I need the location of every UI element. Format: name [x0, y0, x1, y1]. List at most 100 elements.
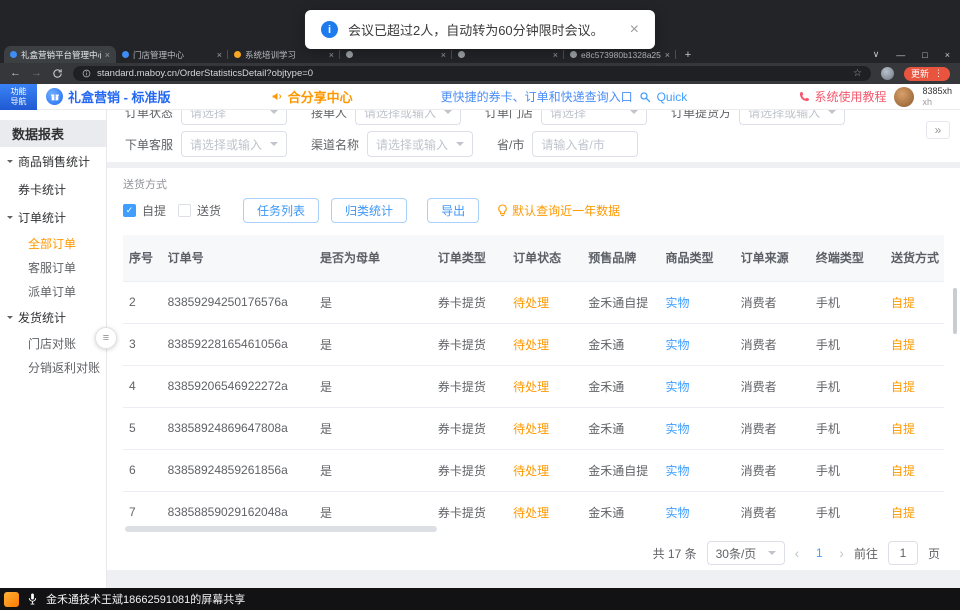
microphone-icon: [27, 592, 38, 606]
tab-search-icon[interactable]: ∨: [873, 49, 880, 60]
order-agent-select[interactable]: 请选择或输入: [181, 131, 287, 157]
caret-down-icon: [5, 312, 14, 322]
sidebar-collapse-button[interactable]: ≡: [95, 327, 117, 349]
browser-tab-store-admin[interactable]: 门店管理中心 ×: [116, 46, 228, 63]
cell-product-type-link[interactable]: 实物: [659, 323, 734, 365]
tab-close-icon[interactable]: ×: [217, 50, 222, 60]
cell-terminal-type: 手机: [810, 407, 885, 449]
chevron-down-icon: [270, 142, 278, 150]
cell-order-status: 待处理: [507, 365, 582, 407]
maximize-button[interactable]: □: [922, 50, 927, 60]
checkbox-checked-icon[interactable]: ✓: [123, 204, 136, 217]
sidebar-item-all-orders[interactable]: 全部订单: [0, 231, 106, 255]
horizontal-scrollbar[interactable]: [123, 525, 944, 533]
province-city-input[interactable]: 请输入省/市: [532, 131, 638, 157]
cell-presale-brand: 金禾通: [582, 323, 659, 365]
brand: 礼盒营销 - 标准版: [46, 87, 171, 106]
table-row[interactable]: 2 83859294250176576a 是 券卡提货 待处理 金禾通自提 实物…: [123, 281, 944, 323]
browser-menu-icon[interactable]: ⋮: [934, 68, 943, 79]
table-row[interactable]: 3 83859228165461056a 是 券卡提货 待处理 金禾通 实物 消…: [123, 323, 944, 365]
cell-product-type-link[interactable]: 实物: [659, 491, 734, 523]
order-status-select[interactable]: 请选择: [181, 110, 287, 125]
cell-order-no: 83858924859261856a: [162, 449, 314, 491]
scrollbar-thumb[interactable]: [125, 526, 437, 532]
update-button[interactable]: 更新 ⋮: [904, 67, 950, 81]
task-list-button[interactable]: 任务列表: [243, 198, 319, 223]
new-tab-button[interactable]: +: [680, 47, 696, 63]
browser-tab-gift-admin[interactable]: 礼盒营销平台管理中心 ×: [4, 46, 116, 63]
orders-table-body: 2 83859294250176576a 是 券卡提货 待处理 金禾通自提 实物…: [123, 281, 944, 523]
address-bar[interactable]: standard.maboy.cn/OrderStatisticsDetail?…: [73, 66, 871, 81]
export-button[interactable]: 导出: [427, 198, 479, 223]
cell-product-type-link[interactable]: 实物: [659, 281, 734, 323]
close-window-button[interactable]: ×: [945, 50, 950, 60]
cell-order-type: 券卡提货: [432, 281, 507, 323]
screen-share-text: 金禾通技术王斌18662591081的屏幕共享: [46, 591, 245, 607]
toast-close-icon[interactable]: ×: [630, 22, 639, 38]
sidebar-item-ship-stats[interactable]: 发货统计: [0, 303, 106, 331]
checkbox-unchecked-icon[interactable]: [178, 204, 191, 217]
vertical-scrollbar[interactable]: [953, 288, 957, 334]
table-row[interactable]: 4 83859206546922272a 是 券卡提货 待处理 金禾通 实物 消…: [123, 365, 944, 407]
cell-product-type-link[interactable]: 实物: [659, 449, 734, 491]
prev-page-button[interactable]: ‹: [795, 545, 800, 561]
sidebar-item-voucher-stats[interactable]: 券卡统计: [0, 175, 106, 203]
tab-close-icon[interactable]: ×: [665, 50, 670, 60]
tutorial-label: 系统使用教程: [814, 88, 886, 105]
sidebar-item-cs-orders[interactable]: 客服订单: [0, 255, 106, 279]
minimize-button[interactable]: —: [896, 50, 905, 60]
meeting-toast: i 会议已超过2人，自动转为60分钟限时会议。 ×: [305, 10, 655, 49]
tab-close-icon[interactable]: ×: [441, 50, 446, 60]
filter-collapse-button[interactable]: »: [926, 121, 950, 139]
quick-entry-link[interactable]: 更快捷的券卡、订单和快递查询入口 Quick: [441, 88, 688, 105]
receiver-select[interactable]: 请选择或输入: [355, 110, 461, 125]
reload-icon[interactable]: [52, 68, 63, 79]
sidebar-item-product-sales[interactable]: 商品销售统计: [0, 147, 106, 175]
forward-icon[interactable]: →: [31, 68, 42, 79]
tutorial-link[interactable]: 系统使用教程: [799, 88, 886, 105]
current-page-button[interactable]: 1: [809, 546, 829, 560]
next-page-button[interactable]: ›: [839, 545, 844, 561]
page-size-select[interactable]: 30条/页: [707, 541, 785, 565]
share-center-link[interactable]: 合分享中心: [271, 87, 353, 106]
cell-order-no: 83858859029162048a: [162, 491, 314, 523]
channel-name-select[interactable]: 请选择或输入: [367, 131, 473, 157]
function-nav-toggle[interactable]: 功能 导航: [0, 84, 37, 110]
back-icon[interactable]: ←: [10, 68, 21, 79]
chevron-down-icon: [270, 110, 278, 118]
cell-product-type-link[interactable]: 实物: [659, 365, 734, 407]
cell-terminal-type: 手机: [810, 323, 885, 365]
sidebar-section-data-reports[interactable]: 数据报表: [0, 120, 106, 147]
tab-close-icon[interactable]: ×: [329, 50, 334, 60]
cell-terminal-type: 手机: [810, 281, 885, 323]
checkbox-pickup[interactable]: ✓ 自提: [123, 202, 166, 219]
pickup-party-select[interactable]: 请选择或输入: [739, 110, 845, 125]
classify-stats-button[interactable]: 归类统计: [331, 198, 407, 223]
sidebar-item-dispatch-orders[interactable]: 派单订单: [0, 279, 106, 303]
sidebar-item-rebate-reconcile[interactable]: 分销返利对账: [0, 355, 106, 379]
app-header: 功能 导航 礼盒营销 - 标准版 合分享中心 更快捷的券卡、订单和快递查询入口 …: [0, 84, 960, 110]
cell-order-source: 消费者: [735, 407, 810, 449]
bookmark-star-icon[interactable]: ☆: [853, 68, 862, 79]
table-row[interactable]: 6 83858924859261856a 是 券卡提货 待处理 金禾通自提 实物…: [123, 449, 944, 491]
cell-is-parent: 是: [314, 365, 432, 407]
screen: 礼盒营销平台管理中心 × 门店管理中心 × 系统培训学习 × × ×: [0, 0, 960, 610]
cell-order-type: 券卡提货: [432, 365, 507, 407]
tab-close-icon[interactable]: ×: [553, 50, 558, 60]
table-row[interactable]: 5 83858924869647808a 是 券卡提货 待处理 金禾通 实物 消…: [123, 407, 944, 449]
tab-close-icon[interactable]: ×: [105, 50, 110, 60]
cell-order-type: 券卡提货: [432, 323, 507, 365]
tab-favicon: [570, 51, 577, 58]
goto-page-input[interactable]: [888, 541, 918, 565]
query-tip-text: 默认查询近一年数据: [512, 202, 620, 219]
user-avatar[interactable]: [894, 87, 914, 107]
browser-profile-avatar[interactable]: [881, 67, 894, 80]
nav-toggle-line1: 功能: [11, 87, 27, 97]
order-store-select[interactable]: 请选择: [541, 110, 647, 125]
table-row[interactable]: 7 83858859029162048a 是 券卡提货 待处理 金禾通 实物 消…: [123, 491, 944, 523]
sidebar-item-order-stats[interactable]: 订单统计: [0, 203, 106, 231]
checkbox-delivery[interactable]: 送货: [178, 202, 221, 219]
filter-panel: 订单状态 请选择 接单人 请选择或输入 订单: [107, 110, 960, 162]
sidebar-item-store-reconcile[interactable]: 门店对账: [0, 331, 106, 355]
cell-product-type-link[interactable]: 实物: [659, 407, 734, 449]
